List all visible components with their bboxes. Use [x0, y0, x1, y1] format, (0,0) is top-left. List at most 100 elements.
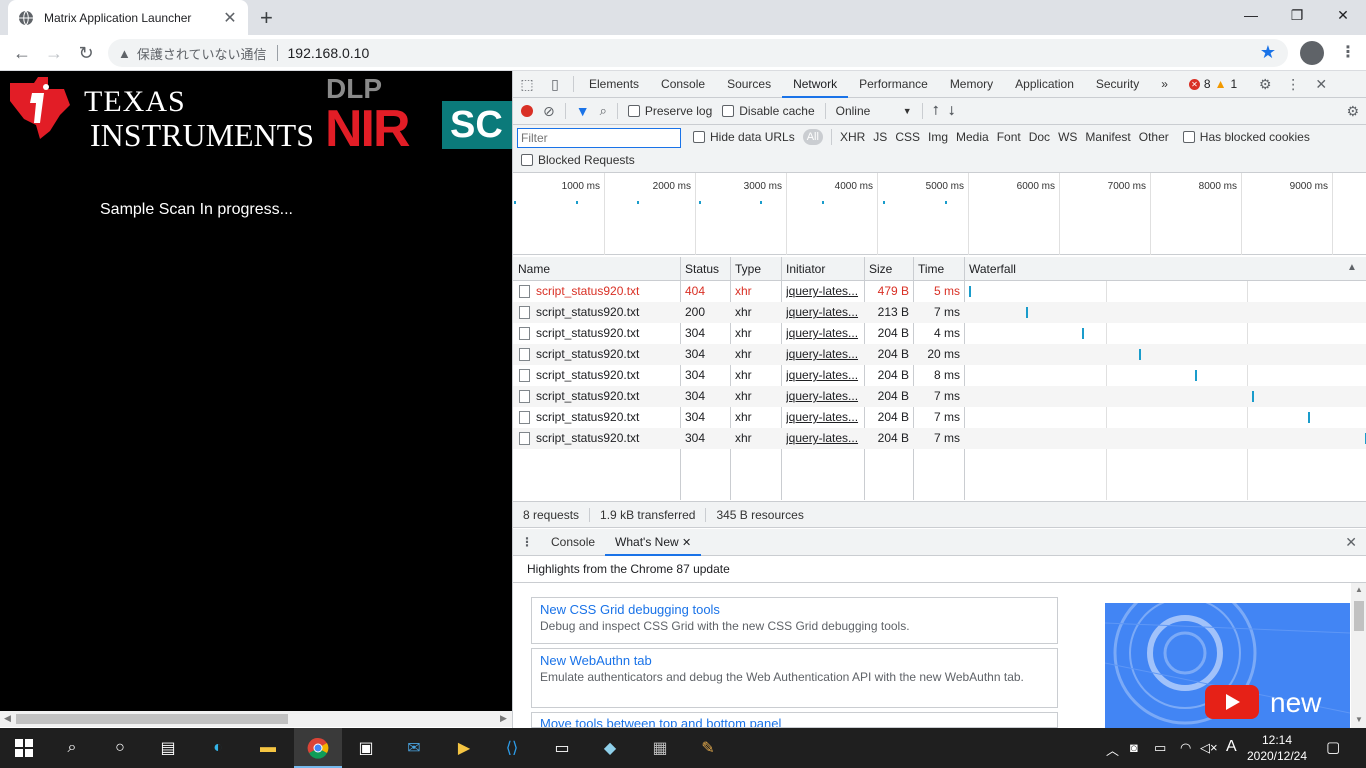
- has-blocked-cookies-checkbox[interactable]: Has blocked cookies: [1182, 130, 1310, 144]
- back-button[interactable]: ←: [10, 41, 34, 65]
- tab-security[interactable]: Security: [1085, 71, 1150, 98]
- filter-input[interactable]: [517, 128, 681, 148]
- tab-application[interactable]: Application: [1004, 71, 1085, 98]
- terminal-icon[interactable]: ▭: [550, 736, 574, 760]
- windows-start-icon[interactable]: [12, 736, 36, 760]
- promo-video-thumbnail[interactable]: new: [1105, 603, 1350, 728]
- waterfall-bar[interactable]: [1308, 412, 1310, 423]
- scroll-down-icon[interactable]: ▼: [1355, 715, 1363, 724]
- close-devtools-icon[interactable]: ✕: [1307, 76, 1335, 93]
- settings-gear-icon[interactable]: ⚙: [1251, 76, 1279, 93]
- reload-button[interactable]: ↻: [74, 41, 98, 65]
- request-name[interactable]: script_status920.txt: [536, 431, 639, 445]
- sort-up-icon[interactable]: ▲: [1347, 262, 1357, 273]
- waterfall-bar[interactable]: [1025, 307, 1028, 318]
- col-waterfall[interactable]: Waterfall: [964, 257, 1344, 281]
- drawer-vertical-scrollbar[interactable]: ▲ ▼: [1351, 583, 1366, 728]
- paint-icon[interactable]: ✎: [696, 736, 720, 760]
- filter-img[interactable]: Img: [928, 130, 948, 144]
- tab-memory[interactable]: Memory: [939, 71, 1004, 98]
- request-name[interactable]: script_status920.txt: [536, 389, 639, 403]
- tab-network[interactable]: Network: [782, 71, 849, 98]
- checkbox-box[interactable]: [521, 154, 533, 166]
- forward-button[interactable]: →: [42, 41, 66, 65]
- scroll-left-icon[interactable]: ◀: [4, 713, 11, 724]
- edge-icon[interactable]: ◐: [206, 736, 230, 760]
- col-name[interactable]: Name: [513, 257, 680, 281]
- security-warning[interactable]: 保護されていない通信: [137, 44, 267, 63]
- tab-console[interactable]: Console: [650, 71, 716, 98]
- request-name[interactable]: script_status920.txt: [536, 347, 639, 361]
- device-toolbar-icon[interactable]: ▯: [541, 76, 569, 93]
- table-row[interactable]: script_status920.txt 304 xhr jquery-lates..…: [513, 365, 1366, 386]
- request-name[interactable]: script_status920.txt: [536, 410, 639, 424]
- table-row[interactable]: script_status920.txt 304 xhr jquery-lates..…: [513, 386, 1366, 407]
- table-row[interactable]: script_status920.txt 304 xhr jquery-lates..…: [513, 344, 1366, 365]
- new-tab-button[interactable]: +: [260, 5, 273, 31]
- request-name[interactable]: script_status920.txt: [536, 305, 639, 319]
- waterfall-bar[interactable]: [1251, 391, 1254, 402]
- record-button[interactable]: [521, 105, 533, 117]
- youtube-play-icon[interactable]: [1205, 685, 1259, 719]
- import-har-icon[interactable]: ⭡: [933, 103, 939, 119]
- cell-name[interactable]: script_status920.txt: [519, 365, 679, 386]
- col-initiator[interactable]: Initiator: [781, 257, 864, 281]
- close-window-button[interactable]: ✕: [1320, 0, 1366, 30]
- table-row[interactable]: script_status920.txt 304 xhr jquery-lates..…: [513, 407, 1366, 428]
- feature-card[interactable]: New CSS Grid debugging tools Debug and i…: [531, 597, 1058, 644]
- timeline-overview[interactable]: 1000 ms 2000 ms 3000 ms 4000 ms 5000 ms 6000 …: [513, 173, 1366, 255]
- cell-initiator[interactable]: jquery-lates...: [786, 386, 862, 407]
- tray-chevron-icon[interactable]: ︿: [1106, 740, 1119, 759]
- filter-manifest[interactable]: Manifest: [1085, 130, 1130, 144]
- close-tab-icon[interactable]: ✕: [222, 8, 238, 28]
- checkbox-box[interactable]: [693, 131, 705, 143]
- cell-name[interactable]: script_status920.txt: [519, 302, 679, 323]
- cell-initiator[interactable]: jquery-lates...: [786, 302, 862, 323]
- tab-sources[interactable]: Sources: [716, 71, 782, 98]
- filter-xhr[interactable]: XHR: [840, 130, 865, 144]
- preserve-log-checkbox[interactable]: Preserve log: [627, 104, 712, 118]
- horizontal-scrollbar[interactable]: ◀ ▶: [0, 711, 512, 727]
- labview-icon[interactable]: ▶: [452, 736, 476, 760]
- drawer-tab-console[interactable]: Console: [541, 529, 605, 556]
- cortana-icon[interactable]: ○: [108, 736, 132, 760]
- cell-name[interactable]: script_status920.txt: [519, 344, 679, 365]
- cell-initiator[interactable]: jquery-lates...: [786, 344, 862, 365]
- bookmark-star-icon[interactable]: ★: [1260, 42, 1276, 63]
- meet-now-icon[interactable]: ◙: [1130, 740, 1138, 755]
- chrome-icon[interactable]: [306, 736, 330, 760]
- blocked-requests-checkbox[interactable]: Blocked Requests: [521, 153, 635, 167]
- feature-card[interactable]: New WebAuthn tab Emulate authenticators …: [531, 648, 1058, 708]
- waterfall-bar[interactable]: [1195, 370, 1197, 381]
- clear-icon[interactable]: ⊘: [543, 103, 555, 120]
- checkbox-box[interactable]: [722, 105, 735, 117]
- app-window-icon[interactable]: ▦: [648, 736, 672, 760]
- feature-title[interactable]: Move tools between top and bottom panel: [540, 716, 1049, 727]
- waterfall-bar[interactable]: [1082, 328, 1084, 339]
- file-explorer-icon[interactable]: ▬: [256, 736, 280, 760]
- issue-badges[interactable]: ✕ 8 ▲ 1: [1188, 77, 1237, 91]
- more-tabs-button[interactable]: »: [1150, 71, 1179, 98]
- cell-name[interactable]: script_status920.txt: [519, 428, 679, 449]
- notifications-icon[interactable]: ▢: [1326, 738, 1340, 756]
- profile-avatar[interactable]: [1300, 41, 1324, 65]
- filter-ws[interactable]: WS: [1058, 130, 1077, 144]
- table-row[interactable]: script_status920.txt 200 xhr jquery-lates..…: [513, 302, 1366, 323]
- wifi-icon[interactable]: ◠: [1180, 740, 1191, 756]
- table-row[interactable]: script_status920.txt 304 xhr jquery-lates..…: [513, 323, 1366, 344]
- mail-icon[interactable]: ✉: [402, 736, 426, 760]
- scrollbar-thumb[interactable]: [1354, 601, 1364, 631]
- cell-name[interactable]: script_status920.txt: [519, 407, 679, 428]
- warning-icon[interactable]: ▲: [118, 46, 131, 61]
- filter-all-button[interactable]: All: [802, 129, 823, 145]
- browser-tab[interactable]: Matrix Application Launcher ✕: [8, 0, 248, 35]
- col-type[interactable]: Type: [730, 257, 781, 281]
- table-row[interactable]: script_status920.txt 404 xhr jquery-lates..…: [513, 281, 1366, 302]
- cell-name[interactable]: script_status920.txt: [519, 281, 679, 302]
- disable-cache-checkbox[interactable]: Disable cache: [722, 104, 815, 118]
- omnibox[interactable]: ▲ 保護されていない通信 192.168.0.10 ★: [108, 39, 1288, 67]
- devtools-menu-icon[interactable]: ⋮: [1279, 76, 1307, 93]
- hide-data-urls-checkbox[interactable]: Hide data URLs: [693, 130, 795, 144]
- url-text[interactable]: 192.168.0.10: [288, 45, 370, 61]
- tab-performance[interactable]: Performance: [848, 71, 939, 98]
